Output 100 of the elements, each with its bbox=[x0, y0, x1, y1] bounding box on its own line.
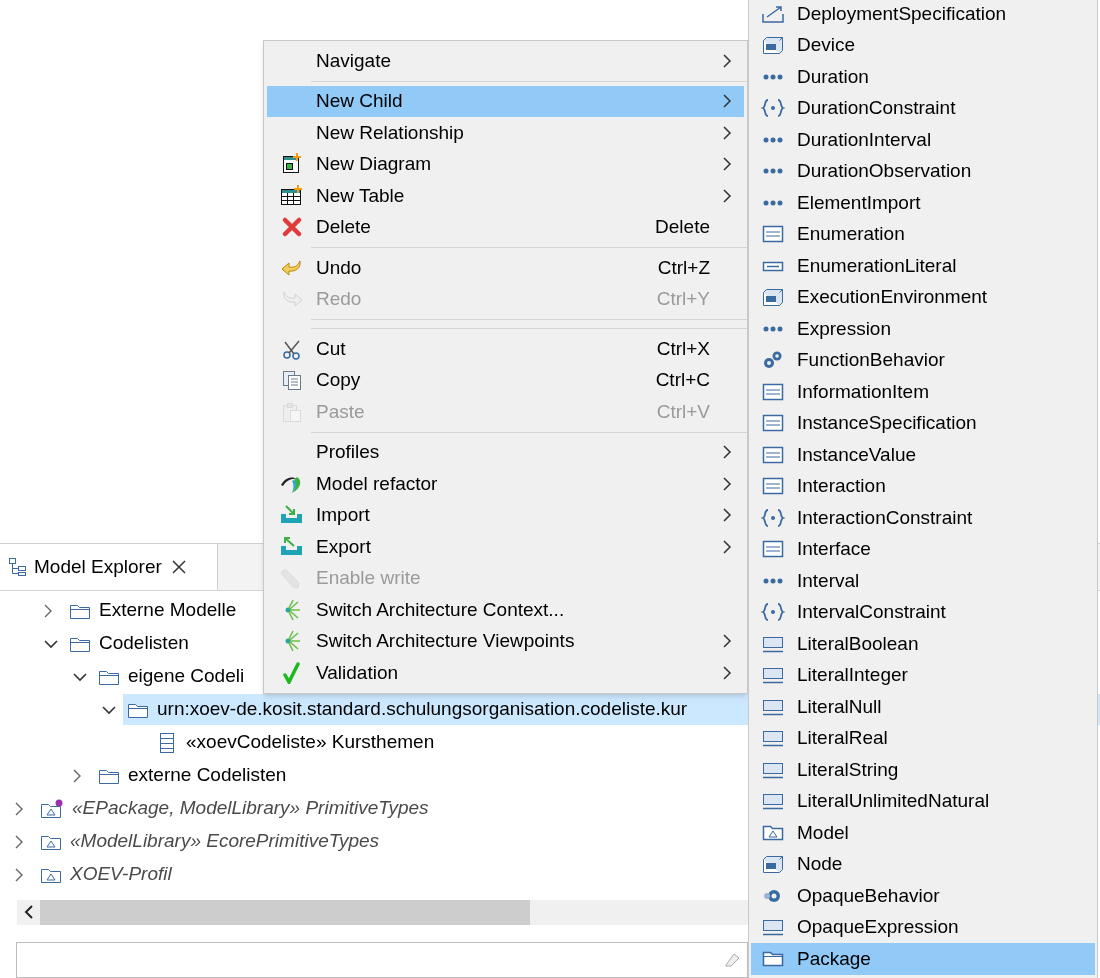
menu-item[interactable]: IntervalConstraint bbox=[751, 596, 1095, 628]
menu-item[interactable]: DurationObservation bbox=[751, 155, 1095, 187]
tree-item[interactable]: «EPackage, ModelLibrary» PrimitiveTypes bbox=[36, 793, 429, 824]
menu-item[interactable]: Delete Delete bbox=[267, 211, 744, 243]
shortcut-label: Delete bbox=[655, 215, 710, 239]
menu-item[interactable]: DurationConstraint bbox=[751, 92, 1095, 124]
menu-item-label: Interface bbox=[796, 537, 871, 561]
tree-item[interactable]: externe Codelisten bbox=[94, 760, 287, 791]
chevron-right-icon[interactable] bbox=[14, 866, 24, 883]
menu-item[interactable]: LiteralReal bbox=[751, 722, 1095, 754]
menu-item-label: Undo bbox=[316, 255, 363, 280]
tab[interactable]: Model Explorer bbox=[0, 544, 218, 590]
menu-item[interactable]: Duration bbox=[751, 61, 1095, 93]
menu-item-label: New Diagram bbox=[316, 152, 433, 176]
braces-icon bbox=[761, 98, 785, 119]
frame-icon bbox=[761, 413, 785, 434]
menu-item[interactable]: Device bbox=[751, 29, 1095, 61]
tray-out-icon bbox=[278, 535, 305, 558]
diagram-icon bbox=[280, 153, 303, 176]
menu-item[interactable]: Validation bbox=[267, 657, 744, 689]
menu-item[interactable]: Interface bbox=[751, 533, 1095, 565]
tree-item-label: «xoevCodeliste» Kursthemen bbox=[186, 730, 435, 755]
chevron-right-icon[interactable] bbox=[14, 833, 24, 850]
check-icon bbox=[281, 661, 302, 684]
cube-icon bbox=[761, 854, 785, 875]
menu-item[interactable]: New Table bbox=[267, 180, 744, 212]
tree-item[interactable]: XOEV-Profil bbox=[36, 859, 172, 890]
menu-item[interactable]: Profiles bbox=[267, 436, 744, 468]
menu-item-label: Model refactor bbox=[316, 471, 439, 496]
menu-item[interactable]: Model refactor bbox=[267, 468, 744, 500]
tree-item[interactable]: «xoevCodeliste» Kursthemen bbox=[152, 727, 435, 758]
chevron-right-icon[interactable] bbox=[72, 767, 82, 784]
tree-item[interactable]: eigene Codeli bbox=[94, 661, 245, 692]
menu-item-label: Enumeration bbox=[796, 222, 905, 246]
menu-item-label: Switch Architecture Viewpoints bbox=[316, 629, 576, 653]
menu-item[interactable]: FunctionBehavior bbox=[751, 344, 1095, 376]
filter-field[interactable] bbox=[16, 942, 748, 978]
scrollbar-thumb[interactable] bbox=[40, 899, 530, 925]
scroll-left-icon[interactable] bbox=[23, 905, 35, 920]
menu-item[interactable]: Cut Ctrl+X bbox=[267, 333, 744, 365]
menu-item[interactable]: LiteralUnlimitedNatural bbox=[751, 785, 1095, 817]
chevron-right-icon bbox=[722, 52, 732, 69]
menu-item[interactable]: OpaqueBehavior bbox=[751, 880, 1095, 912]
chevron-down-icon[interactable] bbox=[72, 671, 88, 682]
horizontal-scrollbar[interactable] bbox=[17, 899, 748, 925]
menu-item-label: Copy bbox=[316, 368, 362, 392]
menu-item[interactable]: ElementImport bbox=[751, 187, 1095, 219]
menu-item[interactable]: Navigate bbox=[267, 45, 744, 77]
chevron-right-icon bbox=[722, 664, 732, 681]
dots-icon bbox=[763, 199, 783, 206]
tree-item-label: eigene Codeli bbox=[128, 664, 245, 689]
shortcut-label: Ctrl+X bbox=[656, 336, 710, 361]
menu-item[interactable]: InteractionConstraint bbox=[751, 502, 1095, 534]
menu-item-label: Interaction bbox=[796, 474, 886, 498]
menu-item[interactable]: Package bbox=[751, 943, 1095, 975]
chevron-right-icon[interactable] bbox=[43, 602, 53, 619]
menu-item[interactable]: Model bbox=[751, 817, 1095, 849]
menu-item[interactable]: EnumerationLiteral bbox=[751, 250, 1095, 282]
menu-item-label: Profiles bbox=[316, 440, 381, 464]
menu-item-label: DeploymentSpecification bbox=[796, 1, 1007, 26]
menu-item[interactable]: InformationItem bbox=[751, 376, 1095, 408]
menu-item[interactable]: Interval bbox=[751, 565, 1095, 597]
menu-item-label: InteractionConstraint bbox=[796, 505, 973, 530]
shortcut-label: Ctrl+V bbox=[656, 399, 710, 424]
menu-item[interactable]: New Diagram bbox=[267, 148, 744, 180]
dots-icon bbox=[763, 73, 783, 80]
menu-item[interactable]: Switch Architecture Context... bbox=[267, 594, 744, 626]
menu-item[interactable]: DurationInterval bbox=[751, 124, 1095, 156]
menu-item-label: InstanceValue bbox=[796, 442, 916, 467]
frame-icon bbox=[761, 381, 785, 402]
tree-item[interactable]: «ModelLibrary» EcorePrimitiveTypes bbox=[36, 826, 380, 857]
menu-item[interactable]: InstanceSpecification bbox=[751, 407, 1095, 439]
menu-item[interactable]: New Relationship bbox=[267, 117, 744, 149]
menu-item[interactable]: Node bbox=[751, 848, 1095, 880]
menu-item[interactable]: LiteralString bbox=[751, 754, 1095, 786]
chevron-right-icon[interactable] bbox=[14, 800, 24, 817]
menu-item[interactable]: Switch Architecture Viewpoints bbox=[267, 625, 744, 657]
menu-item[interactable]: LiteralNull bbox=[751, 691, 1095, 723]
menu-item[interactable]: New Child bbox=[267, 85, 744, 117]
chevron-down-icon[interactable] bbox=[101, 704, 117, 715]
chevron-down-icon[interactable] bbox=[43, 638, 59, 649]
menu-item-label: OpaqueBehavior bbox=[796, 883, 940, 908]
menu-item[interactable]: LiteralBoolean bbox=[751, 628, 1095, 660]
menu-item[interactable]: OpaqueExpression bbox=[751, 911, 1095, 943]
menu-item[interactable]: Expression bbox=[751, 313, 1095, 345]
menu-item[interactable]: InstanceValue bbox=[751, 439, 1095, 471]
tree-item[interactable]: Externe Modelle bbox=[65, 595, 237, 626]
menu-item[interactable]: LiteralInteger bbox=[751, 659, 1095, 691]
menu-item[interactable]: Enumeration bbox=[751, 218, 1095, 250]
menu-item[interactable]: Import bbox=[267, 499, 744, 531]
menu-item[interactable]: ExecutionEnvironment bbox=[751, 281, 1095, 313]
menu-item[interactable]: Interaction bbox=[751, 470, 1095, 502]
menu-item-label: LiteralUnlimitedNatural bbox=[796, 789, 990, 813]
menu-item[interactable]: DeploymentSpecification bbox=[751, 0, 1095, 30]
copy-icon bbox=[280, 369, 303, 392]
menu-item[interactable]: Undo Ctrl+Z bbox=[267, 252, 744, 284]
tree-item[interactable]: Codelisten bbox=[65, 628, 189, 659]
close-icon[interactable] bbox=[171, 560, 186, 574]
menu-item[interactable]: Copy Ctrl+C bbox=[267, 364, 744, 396]
menu-item[interactable]: Export bbox=[267, 531, 744, 563]
